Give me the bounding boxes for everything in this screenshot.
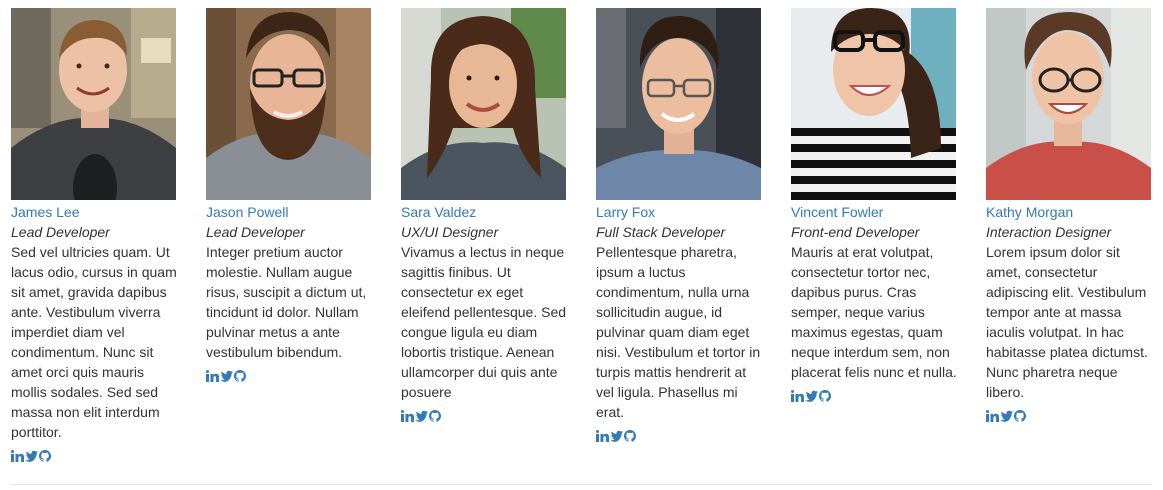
github-icon[interactable] xyxy=(429,410,441,422)
member-photo xyxy=(791,8,956,200)
twitter-icon[interactable] xyxy=(415,410,428,422)
linkedin-icon[interactable] xyxy=(986,410,999,422)
member-name[interactable]: Larry Fox xyxy=(596,202,762,222)
member-role: Full Stack Developer xyxy=(596,224,726,240)
member-bio: Lorem ipsum dolor sit amet, consectetur … xyxy=(986,244,1148,400)
member-role: UX/UI Designer xyxy=(401,224,499,240)
member-bio: Pellentesque pharetra, ipsum a luctus co… xyxy=(596,244,761,420)
member-role: Lead Developer xyxy=(206,224,305,240)
twitter-icon[interactable] xyxy=(220,370,233,382)
team-member-card: Jason Powell Lead Developer Integer pret… xyxy=(206,8,372,383)
social-links xyxy=(596,429,762,443)
linkedin-icon[interactable] xyxy=(596,430,609,442)
member-photo xyxy=(986,8,1151,200)
team-member-card: Larry Fox Full Stack Developer Pellentes… xyxy=(596,8,762,443)
member-name[interactable]: Sara Valdez xyxy=(401,202,567,222)
section-divider xyxy=(11,484,1152,485)
member-bio: Integer pretium auctor molestie. Nullam … xyxy=(206,244,367,360)
social-links xyxy=(206,369,372,383)
member-role: Interaction Designer xyxy=(986,224,1112,240)
member-photo xyxy=(206,8,371,200)
member-name[interactable]: Jason Powell xyxy=(206,202,372,222)
social-links xyxy=(11,449,177,463)
member-bio: Sed vel ultricies quam. Ut lacus odio, c… xyxy=(11,244,177,440)
member-name[interactable]: Kathy Morgan xyxy=(986,202,1152,222)
social-links xyxy=(401,409,567,423)
member-role: Front-end Developer xyxy=(791,224,920,240)
team-member-card: Vincent Fowler Front-end Developer Mauri… xyxy=(791,8,957,403)
linkedin-icon[interactable] xyxy=(401,410,414,422)
twitter-icon[interactable] xyxy=(805,390,818,402)
github-icon[interactable] xyxy=(819,390,831,402)
linkedin-icon[interactable] xyxy=(11,450,24,462)
github-icon[interactable] xyxy=(624,430,636,442)
member-photo xyxy=(401,8,566,200)
team-member-card: Kathy Morgan Interaction Designer Lorem … xyxy=(986,8,1152,423)
github-icon[interactable] xyxy=(1014,410,1026,422)
twitter-icon[interactable] xyxy=(1000,410,1013,422)
linkedin-icon[interactable] xyxy=(206,370,219,382)
twitter-icon[interactable] xyxy=(25,450,38,462)
member-role: Lead Developer xyxy=(11,224,110,240)
member-photo xyxy=(11,8,176,200)
social-links xyxy=(791,389,957,403)
member-name[interactable]: James Lee xyxy=(11,202,177,222)
github-icon[interactable] xyxy=(39,450,51,462)
linkedin-icon[interactable] xyxy=(791,390,804,402)
github-icon[interactable] xyxy=(234,370,246,382)
team-member-card: Sara Valdez UX/UI Designer Vivamus a lec… xyxy=(401,8,567,423)
team-member-card: James Lee Lead Developer Sed vel ultrici… xyxy=(11,8,177,463)
twitter-icon[interactable] xyxy=(610,430,623,442)
social-links xyxy=(986,409,1152,423)
member-photo xyxy=(596,8,761,200)
member-bio: Vivamus a lectus in neque sagittis finib… xyxy=(401,244,567,400)
member-bio: Mauris at erat volutpat, consectetur tor… xyxy=(791,244,957,380)
member-name[interactable]: Vincent Fowler xyxy=(791,202,957,222)
